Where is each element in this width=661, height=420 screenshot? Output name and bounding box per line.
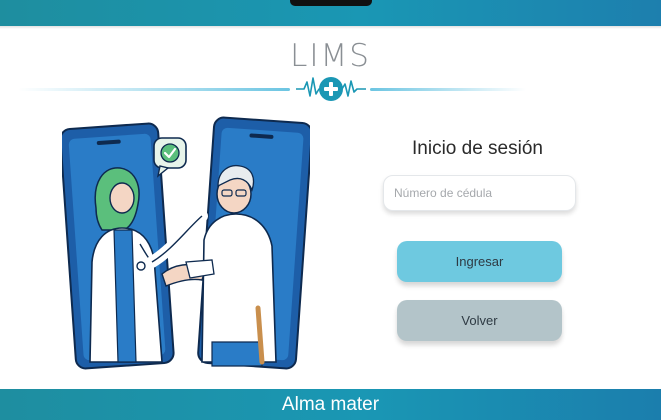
doctor-patient-telemedicine-illustration [62,116,310,370]
id-number-input[interactable] [383,175,576,211]
back-button[interactable]: Volver [397,300,562,341]
login-button[interactable]: Ingresar [397,241,562,282]
logo-line-right [370,88,526,91]
medical-cross-heartbeat-icon [296,77,366,101]
top-bar-shadow [0,26,661,29]
top-bar [0,0,661,26]
logo-line-left [18,88,290,91]
check-bubble-icon [153,137,187,178]
device-notch [290,0,372,6]
login-title: Inicio de sesión [412,138,543,159]
footer-text: Alma mater [281,394,380,415]
footer-bar: Alma mater [0,389,661,420]
logo-text: LIMS [290,38,371,74]
app-logo: LIMS [0,38,661,108]
